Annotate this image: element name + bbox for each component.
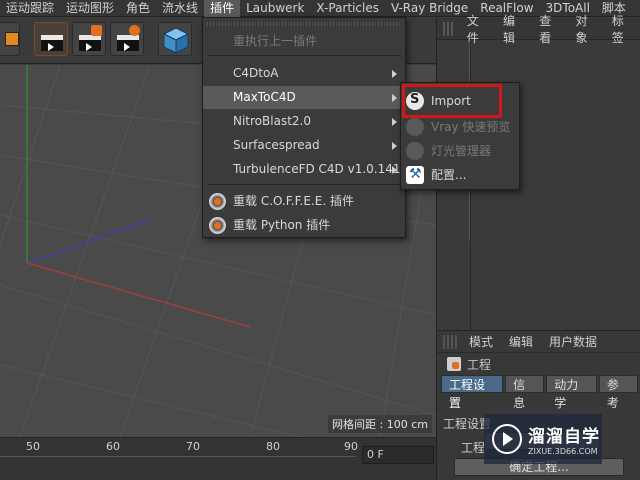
wrench-icon: ⚒ [406, 166, 424, 184]
subtab-info[interactable]: 信息 [505, 375, 545, 410]
submenu-arrow-icon [392, 118, 397, 126]
om-menu-tags[interactable]: 标签 [604, 12, 640, 46]
timeline-ruler [0, 456, 356, 457]
menu-item-maxtoc4d[interactable]: MaxToC4D [203, 86, 405, 109]
menu-tearoff-grip[interactable] [207, 22, 401, 26]
x-axis [26, 262, 251, 328]
submenu-arrow-icon [392, 166, 397, 174]
submenu-item-configure[interactable]: ⚒ 配置... [401, 163, 519, 187]
timeline-tick: 80 [266, 440, 280, 453]
menu-mograph[interactable]: 运动图形 [60, 0, 120, 17]
menu-item-label: MaxToC4D [233, 90, 296, 104]
menu-item-label: NitroBlast2.0 [233, 114, 311, 128]
menu-character[interactable]: 角色 [120, 0, 156, 17]
menu-item-turbulencefd[interactable]: TurbulenceFD C4D v1.0.1419 [203, 158, 409, 181]
reload-python-icon [209, 217, 226, 234]
timeline-tick: 50 [26, 440, 40, 453]
menu-item-surfacespread[interactable]: Surfacespread [203, 134, 405, 157]
menu-item-label: C4DtoA [233, 66, 279, 80]
render-settings-button[interactable] [110, 22, 144, 56]
z-axis [26, 219, 151, 264]
menu-motion-tracking[interactable]: 运动跟踪 [0, 0, 60, 17]
light-icon [406, 142, 424, 160]
cube-primitive-button[interactable] [158, 22, 192, 56]
play-icon [48, 43, 54, 51]
project-icon [447, 357, 461, 371]
menu-item-label: TurbulenceFD C4D v1.0.1419 [233, 162, 409, 176]
submenu-item-label: 灯光管理器 [431, 144, 492, 158]
subtab-reference[interactable]: 参考 [598, 375, 638, 410]
attribute-subtabs: 工程设置 信息 动力学 参考 [437, 375, 640, 410]
am-menu-user-data[interactable]: 用户数据 [541, 333, 605, 350]
frame-field[interactable]: 0 F [362, 446, 434, 464]
am-menu-mode[interactable]: 模式 [461, 333, 501, 350]
cube-icon [5, 32, 19, 46]
submenu-item-light-manager[interactable]: 灯光管理器 [401, 139, 519, 163]
menu-plugins[interactable]: 插件 [204, 0, 241, 17]
row-project-label: 工程 [461, 441, 486, 455]
menu-item-reload-python[interactable]: 重载 Python 插件 [203, 214, 405, 237]
menu-laubwerk[interactable]: Laubwerk [240, 0, 310, 17]
menu-separator [207, 184, 401, 185]
submenu-arrow-icon [392, 94, 397, 102]
om-menu-objects[interactable]: 对象 [568, 12, 604, 46]
timeline[interactable]: 50 60 70 80 90 0 F [0, 437, 436, 480]
menu-item-label: 重执行上一插件 [233, 34, 318, 48]
timeline-tick: 70 [186, 440, 200, 453]
om-menu-view[interactable]: 查看 [531, 12, 567, 46]
accent-icon [91, 25, 102, 36]
submenu-arrow-icon [392, 70, 397, 78]
menu-item-reload-coffee[interactable]: 重载 C.O.F.F.E.E. 插件 [203, 190, 405, 213]
menu-pipeline[interactable]: 流水线 [156, 0, 204, 17]
submenu-item-label: 配置... [431, 168, 467, 182]
watermark-subtitle: ZIXUE.3D66.COM [528, 447, 598, 456]
submenu-item-vray-preview[interactable]: Vray 快速预览 [401, 115, 519, 139]
gear-icon [129, 25, 140, 36]
menu-item-c4dtoa[interactable]: C4DtoA [203, 62, 405, 85]
render-view-button[interactable] [34, 22, 68, 56]
play-icon [124, 43, 130, 51]
timeline-tick: 90 [344, 440, 358, 453]
submenu-arrow-icon [392, 142, 397, 150]
grid-spacing-status: 网格间距 : 100 cm [328, 415, 432, 433]
watermark-title: 溜溜自学 [528, 427, 600, 447]
watermark-logo-icon [492, 424, 522, 454]
menu-item-label: 重载 C.O.F.F.E.E. 插件 [233, 194, 354, 208]
plugin-menu: 重执行上一插件 C4DtoA MaxToC4D NitroBlast2.0 Su… [202, 17, 409, 238]
cube-orange-button[interactable] [0, 22, 20, 56]
menu-item-label: Surfacespread [233, 138, 320, 152]
menu-item-nitroblast[interactable]: NitroBlast2.0 [203, 110, 405, 133]
import-highlight-box [402, 84, 502, 118]
grip-icon [443, 334, 457, 349]
menu-item-repeat-last-plugin[interactable]: 重执行上一插件 [203, 30, 405, 53]
project-title: 工程 [467, 357, 492, 372]
object-manager-menubar: 文件 编辑 查看 对象 标签 [437, 14, 640, 45]
grip-icon [443, 21, 455, 36]
attribute-manager-menubar: 模式 编辑 用户数据 [437, 331, 640, 353]
subtab-dynamics[interactable]: 动力学 [546, 375, 597, 410]
cube-blue-icon [162, 27, 190, 54]
render-picture-viewer-button[interactable] [72, 22, 106, 56]
reload-coffee-icon [209, 193, 226, 210]
subtab-project-settings[interactable]: 工程设置 [441, 375, 504, 410]
submenu-item-label: Vray 快速预览 [431, 120, 511, 134]
vray-icon [406, 118, 424, 136]
play-icon [86, 43, 92, 51]
om-menu-edit[interactable]: 编辑 [495, 12, 531, 46]
menu-x-particles[interactable]: X-Particles [310, 0, 385, 17]
timeline-tick: 60 [106, 440, 120, 453]
watermark: 溜溜自学 ZIXUE.3D66.COM [484, 414, 602, 464]
menu-separator [207, 55, 401, 56]
am-menu-edit[interactable]: 编辑 [501, 333, 541, 350]
project-header: 工程 [437, 353, 640, 375]
menu-item-label: 重载 Python 插件 [233, 218, 331, 232]
